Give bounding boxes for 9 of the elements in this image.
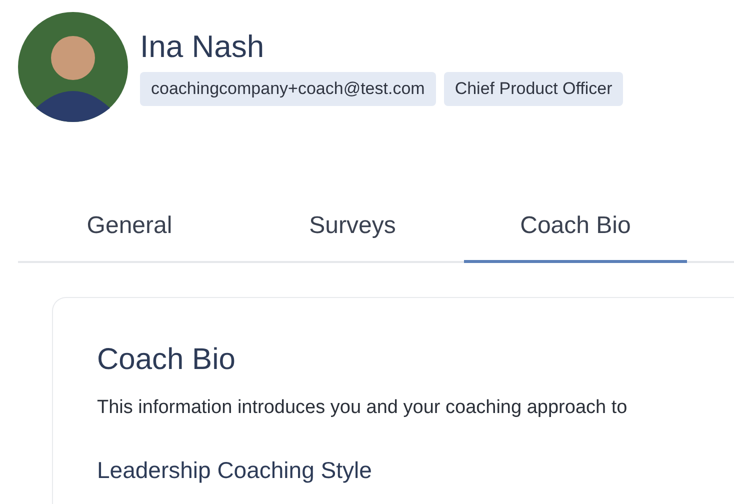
card-description: This information introduces you and your coaching approach to	[97, 396, 628, 420]
tab[interactable]: Surveys	[241, 200, 464, 263]
tab[interactable]: General	[18, 200, 241, 263]
section-heading: Leadership Coaching Style	[97, 456, 373, 485]
profile-tag: coachingcompany+coach@test.com	[140, 72, 436, 106]
profile-name: Ina Nash	[140, 30, 266, 64]
tab[interactable]: Coach Bio	[464, 200, 687, 263]
card-title: Coach Bio	[97, 342, 236, 378]
profile-tag: Chief Product Officer	[444, 72, 624, 106]
